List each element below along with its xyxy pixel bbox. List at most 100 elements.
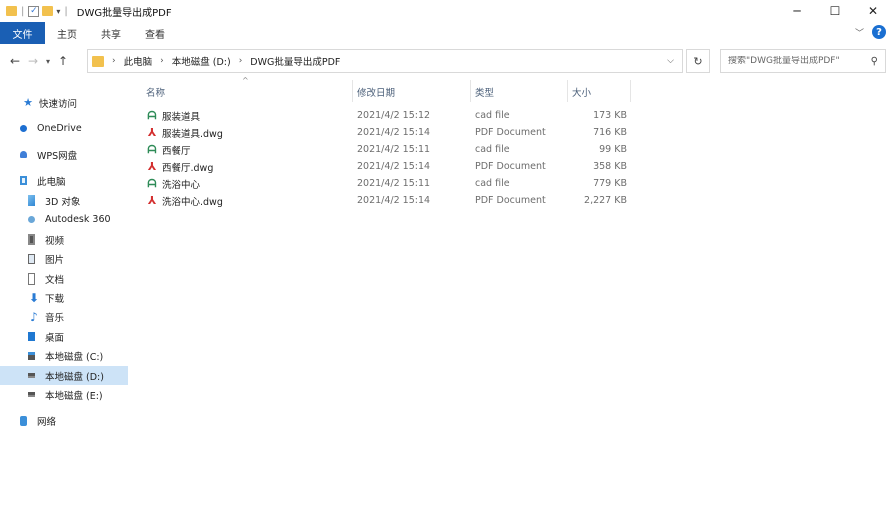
pdf-file-icon: ⅄ [147, 126, 157, 139]
table-row[interactable]: ᗩ 西餐厅 2021/4/2 15:11 cad file 99 KB [140, 141, 630, 158]
file-name: 服装道具 [162, 111, 201, 123]
nav-item-downloads[interactable]: ⬇ 下载 [0, 288, 128, 307]
file-name: 西餐厅 [162, 145, 191, 157]
nav-item-label: 此电脑 [37, 176, 66, 188]
tab-view[interactable]: 查看 [133, 22, 177, 44]
column-divider[interactable] [470, 80, 471, 102]
breadcrumb-this-pc[interactable]: 此电脑 [124, 54, 153, 68]
refresh-button[interactable]: ↻ [686, 49, 710, 73]
sort-ascending-icon: ^ [242, 76, 249, 85]
breadcrumb-current-folder[interactable]: DWG批量导出成PDF [250, 54, 340, 68]
wps-cloud-icon [20, 151, 27, 158]
new-folder-icon[interactable] [42, 6, 54, 16]
nav-item-drive-c[interactable]: 本地磁盘 (C:) [0, 346, 128, 365]
column-header-size[interactable]: 大小 [572, 83, 591, 101]
search-icon[interactable]: ⚲ [871, 56, 878, 67]
file-name: 洗浴中心.dwg [162, 196, 223, 208]
column-divider[interactable] [352, 80, 353, 102]
separator: | [64, 5, 68, 17]
cad-file-icon: ᗩ [147, 176, 157, 190]
properties-icon[interactable]: ✓ [28, 5, 40, 17]
nav-item-onedrive[interactable]: OneDrive [0, 119, 128, 138]
breadcrumb-drive-d[interactable]: 本地磁盘 (D:) [172, 54, 231, 68]
expand-ribbon-icon[interactable]: ﹀ [855, 26, 864, 39]
drive-icon [28, 373, 35, 378]
file-type: PDF Document [475, 161, 546, 172]
file-name: 服装道具.dwg [162, 128, 223, 140]
minimize-button[interactable]: ─ [778, 0, 816, 22]
nav-item-label: 本地磁盘 (D:) [45, 371, 104, 383]
close-button[interactable]: ✕ [854, 0, 892, 22]
pdf-file-icon: ⅄ [147, 194, 157, 207]
music-icon: ♪ [30, 309, 38, 324]
computer-icon [20, 176, 27, 185]
file-date: 2021/4/2 15:14 [357, 161, 431, 172]
chevron-right-icon[interactable]: › [160, 56, 164, 66]
table-row[interactable]: ⅄ 西餐厅.dwg 2021/4/2 15:14 PDF Document 358… [140, 158, 630, 175]
column-header-type[interactable]: 类型 [475, 83, 494, 101]
nav-item-desktop[interactable]: 桌面 [0, 327, 128, 346]
column-header-name[interactable]: 名称 [146, 83, 165, 101]
video-icon [28, 234, 35, 245]
forward-arrow-icon[interactable]: → [24, 54, 42, 68]
table-row[interactable]: ⅄ 服装道具.dwg 2021/4/2 15:14 PDF Document 71… [140, 124, 630, 141]
nav-item-drive-d[interactable]: 本地磁盘 (D:) [0, 366, 128, 385]
file-name: 洗浴中心 [162, 179, 201, 191]
file-type: cad file [475, 144, 510, 155]
nav-item-3d-objects[interactable]: 3D 对象 [0, 191, 128, 210]
file-date: 2021/4/2 15:14 [357, 127, 431, 138]
file-size: 358 KB [593, 161, 627, 172]
nav-item-network[interactable]: 网络 [0, 411, 128, 430]
search-box[interactable]: ⚲ [720, 49, 886, 73]
search-input[interactable] [728, 56, 863, 66]
desktop-icon [28, 332, 35, 341]
nav-item-label: 文档 [45, 274, 65, 286]
nav-item-drive-e[interactable]: 本地磁盘 (E:) [0, 385, 128, 404]
nav-item-label: 视频 [45, 235, 65, 247]
column-header-date[interactable]: 修改日期 [357, 83, 395, 101]
file-type: PDF Document [475, 195, 546, 206]
nav-item-quick-access[interactable]: ★ 快速访问 [0, 93, 128, 112]
nav-item-label: 网络 [37, 416, 57, 428]
nav-item-autodesk[interactable]: Autodesk 360 [0, 210, 128, 229]
quick-access-toolbar: | ✓ ▾ | [0, 5, 69, 17]
table-row[interactable]: ⅄ 洗浴中心.dwg 2021/4/2 15:14 PDF Document 2,… [140, 192, 630, 209]
nav-item-wps[interactable]: WPS网盘 [0, 145, 128, 164]
cloud-icon [20, 125, 27, 132]
autodesk-icon [28, 216, 35, 223]
back-arrow-icon[interactable]: ← [6, 54, 24, 68]
folder-icon [6, 6, 17, 16]
column-divider[interactable] [630, 80, 631, 102]
maximize-button[interactable]: ☐ [816, 0, 854, 22]
navigation-pane: ★ 快速访问 OneDrive WPS网盘 此电脑 3D 对象 Autodesk… [0, 80, 130, 515]
nav-item-label: Autodesk 360 [45, 214, 111, 225]
recent-locations-icon[interactable]: ▾ [42, 57, 54, 66]
address-bar[interactable]: › 此电脑 › 本地磁盘 (D:) › DWG批量导出成PDF ⌵ [87, 49, 683, 73]
tab-home[interactable]: 主页 [45, 22, 89, 44]
nav-item-label: 3D 对象 [45, 196, 81, 208]
nav-item-pictures[interactable]: 图片 [0, 249, 128, 268]
table-row[interactable]: ᗩ 服装道具 2021/4/2 15:12 cad file 173 KB [140, 107, 630, 124]
column-divider[interactable] [567, 80, 568, 102]
file-type: cad file [475, 110, 510, 121]
tab-file[interactable]: 文件 [0, 22, 45, 44]
file-date: 2021/4/2 15:11 [357, 144, 431, 155]
network-icon [20, 415, 27, 426]
customize-toolbar-icon[interactable]: ▾ [56, 7, 60, 16]
table-row[interactable]: ᗩ 洗浴中心 2021/4/2 15:11 cad file 779 KB [140, 175, 630, 192]
tab-share[interactable]: 共享 [89, 22, 133, 44]
document-icon [28, 272, 35, 285]
nav-item-label: OneDrive [37, 123, 82, 134]
folder-icon [92, 55, 104, 67]
up-arrow-icon[interactable]: ↑ [54, 54, 72, 68]
nav-item-documents[interactable]: 文档 [0, 269, 128, 288]
chevron-right-icon[interactable]: › [112, 56, 116, 66]
nav-item-music[interactable]: ♪ 音乐 [0, 307, 128, 326]
file-name: 西餐厅.dwg [162, 162, 214, 174]
help-icon[interactable]: ? [872, 25, 886, 39]
nav-item-videos[interactable]: 视频 [0, 230, 128, 249]
chevron-right-icon[interactable]: › [239, 56, 243, 66]
refresh-icon: ↻ [693, 54, 703, 68]
chevron-down-icon[interactable]: ⌵ [667, 56, 674, 66]
nav-item-this-pc[interactable]: 此电脑 [0, 171, 128, 190]
